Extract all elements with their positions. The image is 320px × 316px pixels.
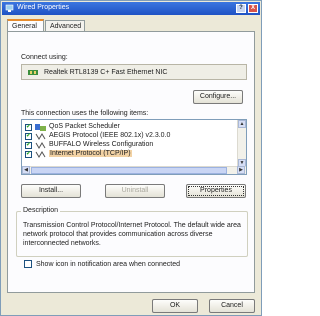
adapter-name: Realtek RTL8139 C+ Fast Ethernet NIC xyxy=(44,69,168,76)
protocol-icon xyxy=(35,142,46,149)
install-button[interactable]: Install... xyxy=(21,184,81,198)
show-icon-label[interactable]: Show icon in notification area when conn… xyxy=(36,261,180,268)
item-checkbox[interactable]: ✔ xyxy=(25,151,32,158)
scroll-up-icon[interactable]: ▲ xyxy=(238,120,246,128)
connect-using-label: Connect using: xyxy=(21,54,68,61)
title-bar[interactable]: Wired Properties ? X xyxy=(2,2,260,15)
protocol-icon xyxy=(35,133,46,140)
tab-advanced[interactable]: Advanced xyxy=(45,20,85,31)
scheduler-icon xyxy=(35,124,46,131)
item-label: QoS Packet Scheduler xyxy=(49,123,120,130)
network-connection-icon xyxy=(5,4,14,12)
ok-button[interactable]: OK xyxy=(152,299,198,313)
adapter-box: Realtek RTL8139 C+ Fast Ethernet NIC xyxy=(21,64,247,80)
scroll-left-icon[interactable]: ◀ xyxy=(22,166,30,174)
show-icon-checkbox[interactable] xyxy=(24,260,32,268)
list-item[interactable]: ✔ BUFFALO Wireless Configuration xyxy=(25,141,233,150)
list-item[interactable]: ✔ QoS Packet Scheduler xyxy=(25,123,233,132)
cancel-button[interactable]: Cancel xyxy=(209,299,255,313)
item-label: BUFFALO Wireless Configuration xyxy=(49,141,154,148)
item-label: AEGIS Protocol (IEEE 802.1x) v2.3.0.0 xyxy=(49,132,171,139)
item-checkbox[interactable]: ✔ xyxy=(25,124,32,131)
configure-button[interactable]: Configure... xyxy=(193,90,243,104)
list-item-selected[interactable]: ✔ Internet Protocol (TCP/IP) xyxy=(25,150,233,159)
items-label: This connection uses the following items… xyxy=(21,110,149,117)
list-item[interactable]: ✔ AEGIS Protocol (IEEE 802.1x) v2.3.0.0 xyxy=(25,132,233,141)
properties-dialog: Wired Properties ? X General Advanced Co… xyxy=(0,0,262,316)
description-title: Description xyxy=(21,207,61,214)
help-button[interactable]: ? xyxy=(236,4,246,13)
vertical-scrollbar[interactable]: ▲ ▼ xyxy=(237,120,246,168)
close-button[interactable]: X xyxy=(248,4,258,13)
window-title: Wired Properties xyxy=(17,4,70,11)
item-checkbox[interactable]: ✔ xyxy=(25,133,32,140)
network-adapter-icon xyxy=(28,70,38,75)
protocol-icon xyxy=(35,151,46,158)
components-list[interactable]: ✔ QoS Packet Scheduler ✔ AEGIS Protocol … xyxy=(21,119,247,175)
description-text: Transmission Control Protocol/Internet P… xyxy=(23,222,241,247)
properties-button[interactable]: Properties xyxy=(186,184,246,198)
item-checkbox[interactable]: ✔ xyxy=(25,142,32,149)
uninstall-button[interactable]: Uninstall xyxy=(105,184,165,198)
horizontal-scrollbar[interactable]: ◀ ▶ xyxy=(22,166,246,174)
scroll-right-icon[interactable]: ▶ xyxy=(237,166,245,174)
horizontal-scroll-thumb[interactable] xyxy=(31,167,227,174)
item-label: Internet Protocol (TCP/IP) xyxy=(49,150,132,157)
